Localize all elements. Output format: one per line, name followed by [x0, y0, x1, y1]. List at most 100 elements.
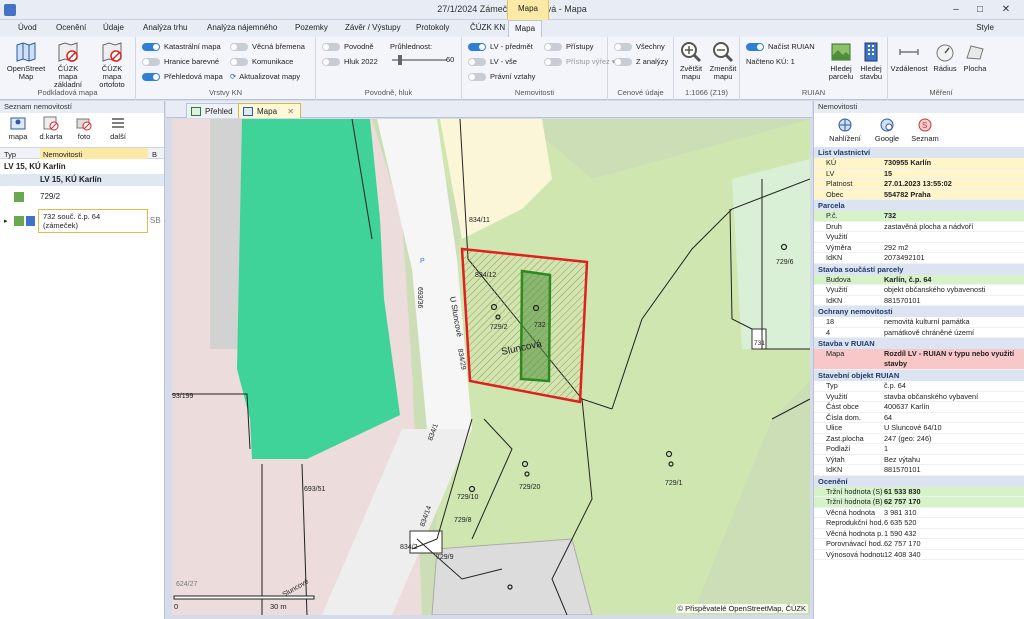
property-row[interactable]: Výměra 292 m2	[814, 243, 1024, 253]
tab-prehled[interactable]: Přehled	[186, 103, 240, 118]
property-row[interactable]: KÚ 730955 Karlín	[814, 158, 1024, 169]
cuzk-zakladni-button[interactable]: ČÚZK mapa základní	[48, 41, 88, 89]
toggle-nacist-ruian[interactable]: Načíst RUIAN	[746, 42, 815, 52]
toggle-pravni-vztahy[interactable]: Právní vztahy	[468, 72, 535, 82]
toggle-prehledova-mapa[interactable]: Přehledová mapa	[142, 72, 223, 82]
header-b[interactable]: B	[152, 150, 157, 159]
section-header[interactable]: Stavba součástí parcely	[814, 263, 1024, 275]
property-row[interactable]: P.č. 732	[814, 211, 1024, 222]
map-svg[interactable]: 834/11 834/12 729/2 732 Sluncová U Slunc…	[172, 119, 810, 615]
property-row[interactable]: Platnost 27.01.2023 13:55:02	[814, 179, 1024, 190]
zoom-in-button[interactable]: Zvětšit mapu	[676, 41, 706, 81]
openstreetmap-button[interactable]: OpenStreet Map	[6, 41, 46, 81]
property-row[interactable]: Budova Karlín, č.p. 64	[814, 274, 1024, 285]
hledej-stavbu-button[interactable]: Hledej stavbu	[856, 41, 886, 81]
header-nemovitosti[interactable]: Nemovitosti	[40, 148, 148, 159]
property-row[interactable]: Výnosová hodnota 12 408 340	[814, 550, 1024, 560]
section-header[interactable]: Stavba v RUIAN	[814, 338, 1024, 349]
property-row[interactable]: Část obce 400637 Karlín	[814, 402, 1024, 413]
property-row[interactable]: Porovnávací hod... 62 757 170	[814, 539, 1024, 550]
list-item-building[interactable]: ▸ 732 souč. č.p. 64 (zámeček) SB	[0, 208, 164, 234]
section-header[interactable]: Parcela	[814, 200, 1024, 211]
property-row[interactable]: Druh zastavěná plocha a nádvoří	[814, 222, 1024, 232]
nahlizeni-button[interactable]: Nahlížení	[828, 117, 862, 143]
toggle-komunikace[interactable]: Komunikace	[230, 57, 293, 67]
expand-icon[interactable]: ▸	[4, 217, 8, 225]
style-dropdown[interactable]: Style	[976, 23, 994, 32]
section-header[interactable]: Stavební objekt RUIAN	[814, 370, 1024, 381]
section-header[interactable]: Ocenění	[814, 475, 1024, 487]
property-row[interactable]: Reprodukční hod... 6 635 520	[814, 518, 1024, 529]
toggle-hranice-barevne[interactable]: Hranice barevné	[142, 57, 219, 67]
property-row[interactable]: LV 15	[814, 168, 1024, 179]
toggle-pristupy[interactable]: Přístupy	[544, 42, 594, 52]
pruhlednost-slider[interactable]	[392, 55, 447, 65]
toggle-hluk[interactable]: Hluk 2022	[322, 57, 378, 67]
zoom-out-button[interactable]: Zmenšit mapu	[708, 41, 738, 81]
property-row[interactable]: Výtah Bez výtahu	[814, 455, 1024, 465]
aktualizovat-mapy-button[interactable]: ⟳ Aktualizovat mapy	[230, 72, 300, 82]
property-row[interactable]: IdKN 2073492101	[814, 253, 1024, 264]
list-item-lv[interactable]: LV 15, KÚ Karlín	[0, 174, 164, 186]
toggle-vsechny[interactable]: Všechny	[614, 42, 665, 52]
vzdalenost-button[interactable]: Vzdálenost	[890, 41, 928, 73]
left-dalsi-button[interactable]: další	[106, 115, 130, 141]
toggle-pristup-vyrez[interactable]: Přístup výřez ▾	[544, 57, 616, 67]
maximize-button[interactable]: □	[968, 2, 992, 18]
tab-zaver[interactable]: Závěr / Výstupy	[345, 23, 401, 32]
seznam-button[interactable]: S Seznam	[910, 117, 940, 143]
left-dkarta-button[interactable]: d.karta	[38, 115, 64, 141]
header-typ[interactable]: Typ	[4, 150, 16, 159]
list-item-parcel[interactable]: 729/2	[0, 191, 164, 203]
property-row[interactable]: Čísla dom. 64	[814, 413, 1024, 423]
tab-mapa-doc[interactable]: Mapa ✕	[238, 103, 301, 118]
property-row[interactable]: Zast.plocha 247 (geo: 246)	[814, 434, 1024, 444]
property-row[interactable]: Využití stavba občanského vybavení	[814, 392, 1024, 402]
tab-analyza-najemneho[interactable]: Analýza nájemného	[207, 23, 277, 32]
property-row[interactable]: Obec 554782 Praha	[814, 189, 1024, 200]
left-foto-button[interactable]: foto	[72, 115, 96, 141]
property-row[interactable]: Tržní hodnota (B) 62 757 170	[814, 497, 1024, 508]
property-row[interactable]: Podlaží 1	[814, 444, 1024, 455]
property-row[interactable]: Ulice U Sluncové 64/10	[814, 423, 1024, 434]
property-row[interactable]: Využití objekt občanského vybavenosti	[814, 285, 1024, 296]
property-row[interactable]: IdKN 881570101	[814, 296, 1024, 306]
radius-button[interactable]: Rádius	[930, 41, 960, 73]
property-value	[884, 232, 1024, 242]
property-row[interactable]: Mapa Rozdíl LV - RUIAN v typu nebo využit…	[814, 349, 1024, 370]
toggle-vecna-bremena[interactable]: Věcná břemena	[230, 42, 305, 52]
property-row[interactable]: IdKN 881570101	[814, 465, 1024, 476]
minimize-button[interactable]: –	[944, 2, 968, 18]
left-mapa-button[interactable]: mapa	[6, 115, 30, 141]
property-row[interactable]: 18 nemovitá kulturní památka	[814, 317, 1024, 328]
tab-oceneni[interactable]: Ocenění	[56, 23, 86, 32]
property-row[interactable]: Typ č.p. 64	[814, 381, 1024, 392]
tab-cuzk-kn[interactable]: ČÚZK KN	[470, 23, 505, 32]
close-button[interactable]: ✕	[994, 2, 1018, 18]
tab-protokoly[interactable]: Protokoly	[416, 23, 449, 32]
toggle-povodne[interactable]: Povodně	[322, 42, 374, 52]
google-button[interactable]: Google	[872, 117, 902, 143]
toggle-lv-predmet[interactable]: LV - předmět	[468, 42, 533, 52]
property-row[interactable]: Věcná hodnota 3 981 310	[814, 508, 1024, 518]
property-row[interactable]: 4 památkově chráněné území	[814, 328, 1024, 338]
property-row[interactable]: Tržní hodnota (S) 61 533 830	[814, 486, 1024, 497]
property-row[interactable]: Využití	[814, 232, 1024, 243]
toggle-katastralni-mapa[interactable]: Katastrální mapa	[142, 42, 221, 52]
tab-uvod[interactable]: Úvod	[18, 23, 37, 32]
close-tab-icon[interactable]: ✕	[287, 107, 294, 116]
cuzk-ortofoto-button[interactable]: ČÚZK mapa ortofoto	[92, 41, 132, 89]
tab-udaje[interactable]: Údaje	[103, 23, 124, 32]
hledej-parcelu-button[interactable]: Hledej parcelu	[826, 41, 856, 81]
toggle-z-analyzy[interactable]: Z analýzy	[614, 57, 668, 67]
toggle-lv-vse[interactable]: LV - vše	[468, 57, 517, 67]
map-canvas[interactable]: 834/11 834/12 729/2 732 Sluncová U Slunc…	[172, 119, 810, 615]
tab-analyza-trhu[interactable]: Analýza trhu	[143, 23, 187, 32]
tab-pozemky[interactable]: Pozemky	[295, 23, 328, 32]
tab-mapa[interactable]: Mapa	[508, 20, 543, 38]
property-row[interactable]: Věcná hodnota p... 1 590 432	[814, 529, 1024, 539]
group-row[interactable]: LV 15, KÚ Karlín	[0, 161, 164, 173]
section-header[interactable]: Ochrany nemovitosti	[814, 306, 1024, 317]
section-header[interactable]: List vlastnictví	[814, 147, 1024, 158]
plocha-button[interactable]: Plocha	[960, 41, 990, 73]
